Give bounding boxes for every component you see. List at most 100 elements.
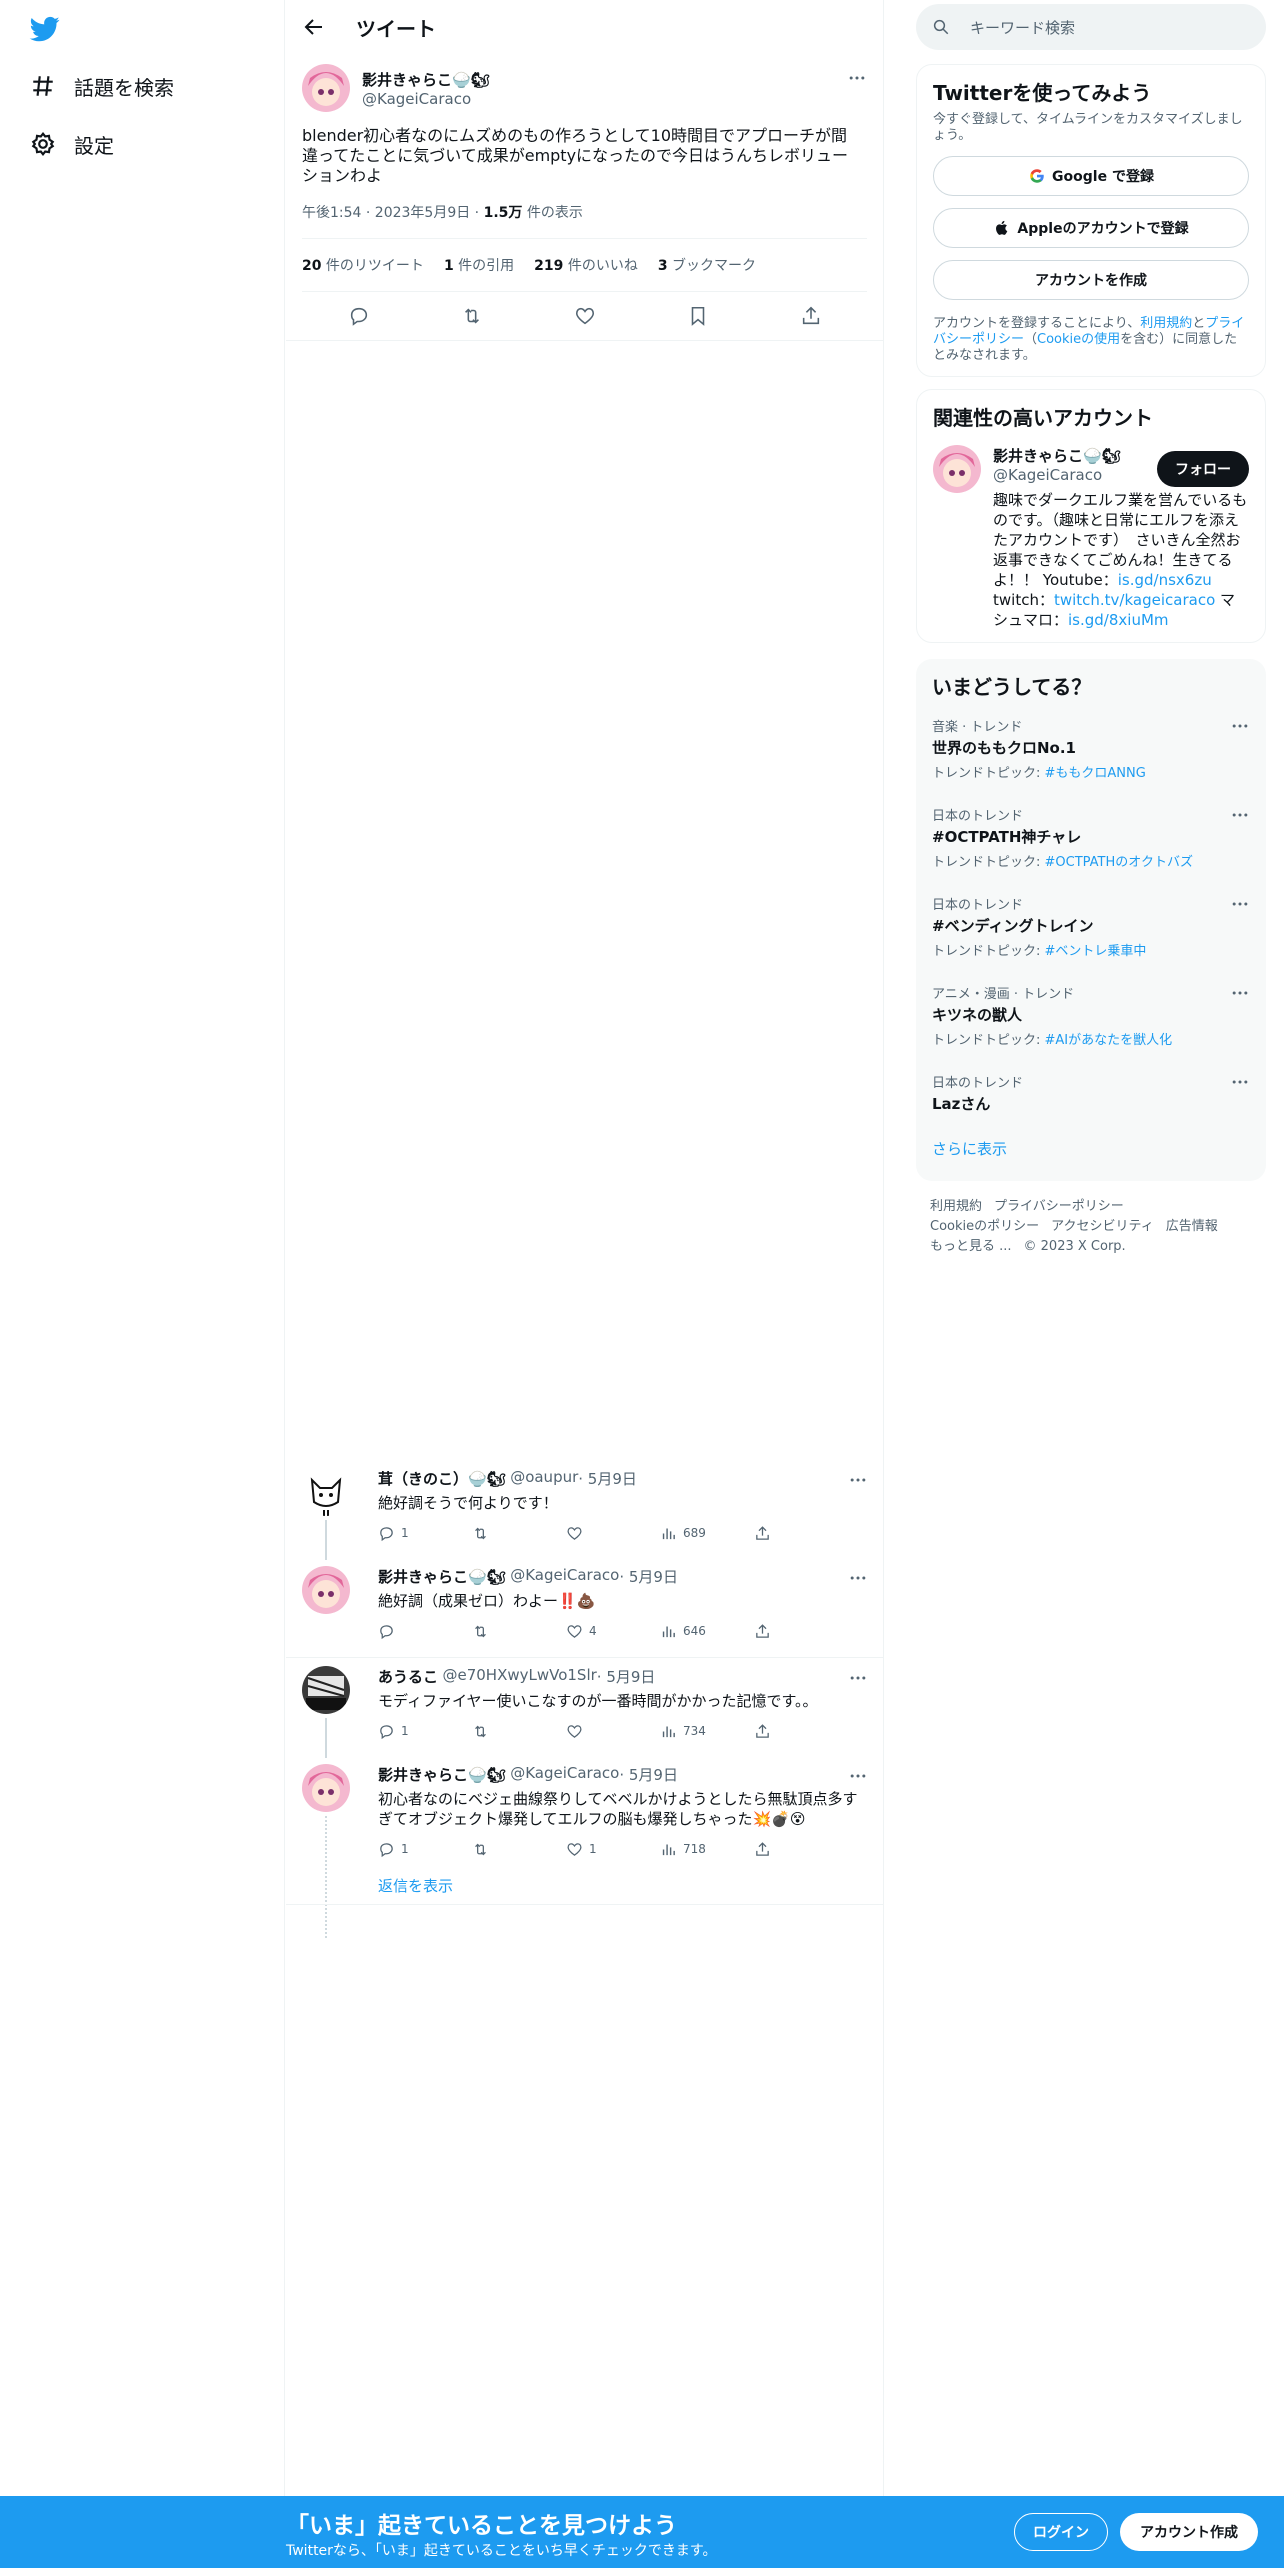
avatar[interactable] (302, 1666, 350, 1714)
bio-marshmallow-link[interactable]: is.gd/8xiuMm (1068, 611, 1169, 629)
like-icon[interactable] (574, 305, 596, 327)
cookie-link[interactable]: Cookieの使用 (1037, 332, 1120, 347)
retweets-stat[interactable]: 20 件のリツイート (302, 255, 424, 275)
more-options-icon[interactable] (1230, 1072, 1250, 1092)
retweet-button[interactable] (472, 1723, 566, 1740)
views-button[interactable]: 689 (660, 1525, 754, 1542)
reply-author-name[interactable]: 影井きゃらこ🍚🐿 (378, 1764, 506, 1785)
author-name[interactable]: 影井きゃらこ🍚🐿 (362, 69, 490, 90)
more-options-icon[interactable] (848, 1766, 868, 1786)
trend-item[interactable]: 日本のトレンド #OCTPATH神チャレ トレンドトピック: #OCTPATHの… (932, 805, 1250, 870)
reply-author-handle[interactable]: @KageiCaraco (510, 1566, 619, 1587)
views-button[interactable]: 718 (660, 1841, 754, 1858)
reply-date[interactable]: · 5月9日 (619, 1566, 678, 1587)
reply-date[interactable]: · 5月9日 (597, 1666, 656, 1687)
avatar[interactable] (302, 1566, 350, 1614)
retweet-button[interactable] (472, 1841, 566, 1858)
apple-signup-button[interactable]: Appleのアカウントで登録 (933, 208, 1249, 248)
reply-2[interactable]: 影井きゃらこ🍚🐿 @KageiCaraco · 5月9日 絶好調（成果ゼロ）わよ… (286, 1566, 884, 1658)
footer-ads-link[interactable]: 広告情報 (1166, 1219, 1218, 1234)
avatar[interactable] (302, 1764, 350, 1812)
reply-1[interactable]: 茸（きのこ）🍚🐿 @oaupur · 5月9日 絶好調そうで何よりです！ 1 6… (286, 1468, 884, 1560)
share-button[interactable] (754, 1841, 848, 1858)
bookmark-icon[interactable] (687, 305, 709, 327)
reply-button[interactable]: 1 (378, 1525, 472, 1542)
relevant-account[interactable]: 影井きゃらこ🍚🐿 @KageiCaraco 趣味でダークエルフ業を営んでいるもの… (933, 445, 1249, 630)
more-options-icon[interactable] (848, 1668, 868, 1688)
avatar[interactable] (302, 64, 350, 112)
trend-topic-link[interactable]: #ベントレ乗車中 (1045, 944, 1147, 959)
bookmarks-stat[interactable]: 3 ブックマーク (658, 255, 756, 275)
more-options-icon[interactable] (1230, 716, 1250, 736)
reply-author-handle[interactable]: @e70HXwyLwVo1Slr (442, 1666, 596, 1687)
retweet-button[interactable] (472, 1525, 566, 1542)
trend-topic-link[interactable]: #ももクロANNG (1045, 766, 1146, 781)
reply-button[interactable] (378, 1623, 472, 1640)
more-options-icon[interactable] (847, 68, 867, 88)
like-button[interactable] (566, 1723, 660, 1740)
nav-explore[interactable]: 話題を検索 (30, 66, 174, 106)
terms-link[interactable]: 利用規約 (1140, 316, 1192, 331)
trend-item[interactable]: 日本のトレンド #ベンディングトレイン トレンドトピック: #ベントレ乗車中 (932, 894, 1250, 959)
footer-accessibility-link[interactable]: アクセシビリティ (1051, 1219, 1154, 1234)
avatar[interactable] (933, 445, 981, 493)
reply-author-name[interactable]: あうるこ (378, 1666, 438, 1687)
avatar[interactable] (302, 1468, 350, 1516)
retweet-button[interactable] (472, 1623, 566, 1640)
create-account-button[interactable]: アカウントを作成 (933, 260, 1249, 300)
reply-button[interactable]: 1 (378, 1841, 472, 1858)
trend-item[interactable]: 日本のトレンド Lazさん (932, 1072, 1250, 1114)
trend-item[interactable]: アニメ・漫画 · トレンド キツネの獣人 トレンドトピック: #AIがあなたを獣… (932, 983, 1250, 1048)
views-button[interactable]: 646 (660, 1623, 754, 1640)
reply-author-handle[interactable]: @oaupur (510, 1468, 578, 1489)
trend-topic-link[interactable]: #OCTPATHのオクトバズ (1045, 855, 1194, 870)
reply-icon[interactable] (348, 305, 370, 327)
login-button[interactable]: ログイン (1014, 2513, 1108, 2551)
bio-youtube-link[interactable]: is.gd/nsx6zu (1118, 571, 1212, 589)
more-options-icon[interactable] (848, 1470, 868, 1490)
reply-3[interactable]: あうるこ @e70HXwyLwVo1Slr · 5月9日 モディファイヤー使いこ… (286, 1666, 884, 1758)
likes-stat[interactable]: 219 件のいいね (534, 255, 638, 275)
search-box[interactable]: キーワード検索 (916, 4, 1266, 50)
twitter-logo-icon[interactable] (28, 14, 62, 44)
follow-button[interactable]: フォロー (1157, 451, 1249, 487)
share-button[interactable] (754, 1723, 848, 1740)
reply-author-handle[interactable]: @KageiCaraco (510, 1764, 619, 1785)
tweet-time-text[interactable]: 午後1:54 · 2023年5月9日 · (302, 205, 484, 221)
footer-privacy-link[interactable]: プライバシーポリシー (994, 1199, 1124, 1214)
reply-date[interactable]: · 5月9日 (578, 1468, 637, 1489)
author-handle[interactable]: @KageiCaraco (362, 90, 490, 108)
more-options-icon[interactable] (848, 1568, 868, 1588)
more-options-icon[interactable] (1230, 894, 1250, 914)
nav-settings[interactable]: 設定 (30, 124, 114, 164)
footer-more-link[interactable]: もっと見る ... (930, 1239, 1012, 1254)
show-more-link[interactable]: さらに表示 (932, 1138, 1250, 1169)
reply-author-name[interactable]: 影井きゃらこ🍚🐿 (378, 1566, 506, 1587)
footer-cookie-link[interactable]: Cookieのポリシー (930, 1219, 1039, 1234)
show-replies-link[interactable]: 返信を表示 (378, 1875, 868, 1904)
like-button[interactable] (566, 1525, 660, 1542)
trend-topic-link[interactable]: #AIがあなたを獣人化 (1045, 1033, 1173, 1048)
retweet-icon[interactable] (461, 305, 483, 327)
quotes-stat[interactable]: 1 件の引用 (444, 255, 514, 275)
reply-button[interactable]: 1 (378, 1723, 472, 1740)
google-signup-button[interactable]: Google で登録 (933, 156, 1249, 196)
bio-twitch-link[interactable]: twitch.tv/kageicaraco (1054, 591, 1215, 609)
footer-terms-link[interactable]: 利用規約 (930, 1199, 982, 1214)
search-input[interactable]: キーワード検索 (970, 17, 1075, 38)
share-button[interactable] (754, 1525, 848, 1542)
reply-4[interactable]: 影井きゃらこ🍚🐿 @KageiCaraco · 5月9日 初心者なのにベジェ曲線… (286, 1764, 884, 1938)
back-arrow-icon[interactable] (302, 15, 326, 39)
reply-date[interactable]: · 5月9日 (619, 1764, 678, 1785)
signup-button[interactable]: アカウント作成 (1120, 2513, 1258, 2551)
trend-item[interactable]: 音楽 · トレンド 世界のももクロNo.1 トレンドトピック: #ももクロANN… (932, 716, 1250, 781)
like-button[interactable]: 1 (566, 1841, 660, 1858)
more-options-icon[interactable] (1230, 983, 1250, 1003)
views-button[interactable]: 734 (660, 1723, 754, 1740)
like-button[interactable]: 4 (566, 1623, 660, 1640)
share-icon[interactable] (800, 305, 822, 327)
reply-author-name[interactable]: 茸（きのこ）🍚🐿 (378, 1468, 506, 1489)
more-options-icon[interactable] (1230, 805, 1250, 825)
view-count: 734 (683, 1724, 706, 1738)
share-button[interactable] (754, 1623, 848, 1640)
